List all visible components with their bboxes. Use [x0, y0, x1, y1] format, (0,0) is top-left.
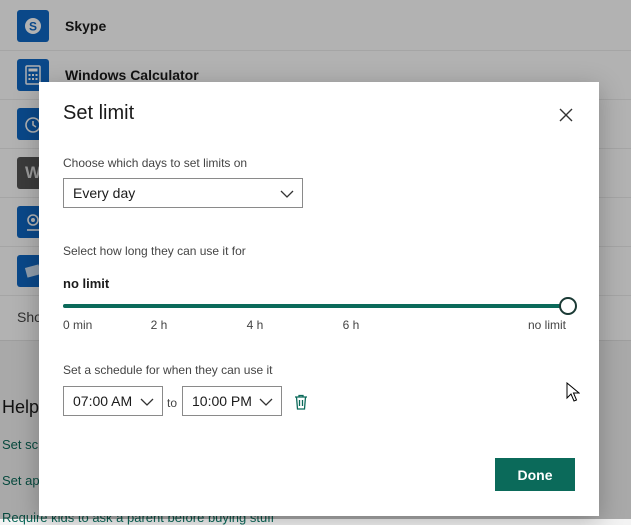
from-time-value: 07:00 AM [73, 393, 133, 409]
chevron-down-icon [280, 190, 294, 198]
days-dropdown[interactable]: Every day [63, 178, 303, 208]
trash-icon [295, 394, 307, 410]
chevron-down-icon [140, 398, 154, 406]
slider-tick-label: no limit [527, 318, 567, 332]
to-time-dropdown[interactable]: 10:00 PM [182, 386, 282, 416]
slider-tick-label: 0 min [63, 318, 93, 332]
close-button[interactable] [555, 104, 577, 126]
chevron-down-icon [259, 398, 273, 406]
slider-tick-label: 6 h [342, 318, 360, 332]
slider-tick-label: 4 h [246, 318, 264, 332]
days-dropdown-value: Every day [73, 185, 136, 201]
slider-fill [63, 304, 567, 308]
dialog-title: Set limit [63, 102, 135, 124]
duration-value: no limit [63, 276, 110, 291]
time-limit-slider[interactable] [63, 297, 577, 315]
slider-thumb[interactable] [559, 297, 577, 315]
schedule-label: Set a schedule for when they can use it [63, 363, 273, 377]
to-time-value: 10:00 PM [192, 393, 252, 409]
from-time-dropdown[interactable]: 07:00 AM [63, 386, 163, 416]
slider-tick-label: 2 h [150, 318, 168, 332]
days-label: Choose which days to set limits on [63, 156, 248, 170]
delete-schedule-button[interactable] [292, 393, 310, 411]
done-button[interactable]: Done [495, 458, 575, 491]
close-icon [559, 108, 573, 122]
mouse-cursor-icon [566, 382, 580, 402]
set-limit-dialog: Set limit Choose which days to set limit… [39, 82, 599, 516]
duration-label: Select how long they can use it for [63, 244, 246, 258]
to-label: to [167, 396, 178, 410]
